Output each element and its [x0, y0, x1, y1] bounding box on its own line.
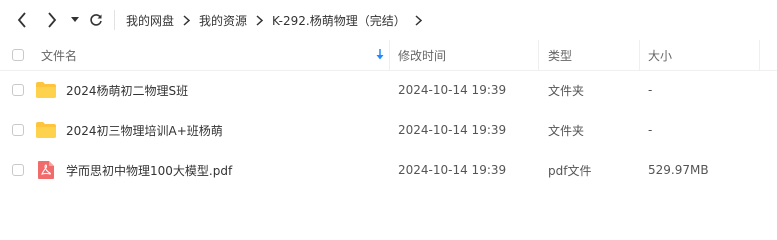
file-row[interactable]: 学而思初中物理100大模型.pdf 2024-10-14 19:39 pdf文件…	[0, 150, 777, 190]
file-list-header: 文件名 修改时间 类型 大小	[0, 40, 777, 71]
breadcrumb-item-current-folder[interactable]: K-292.杨萌物理（完结）	[272, 12, 406, 29]
column-divider[interactable]	[639, 40, 640, 70]
file-type: 文件夹	[548, 123, 585, 138]
file-type: pdf文件	[548, 163, 592, 178]
file-name[interactable]: 2024杨萌初二物理S班	[66, 70, 188, 110]
column-header-modified[interactable]: 修改时间	[398, 40, 446, 70]
breadcrumb-item-my-resources[interactable]: 我的资源	[199, 12, 247, 29]
column-header-size[interactable]: 大小	[648, 40, 672, 70]
column-header-type[interactable]: 类型	[548, 40, 572, 70]
folder-icon	[36, 82, 56, 98]
file-row[interactable]: 2024杨萌初二物理S班 2024-10-14 19:39 文件夹 -	[0, 70, 777, 110]
toolbar: 我的网盘 我的资源 K-292.杨萌物理（完结）	[0, 0, 777, 40]
back-icon[interactable]	[12, 8, 32, 32]
column-divider[interactable]	[538, 40, 539, 70]
file-modified: 2024-10-14 19:39	[398, 83, 507, 97]
column-divider[interactable]	[759, 40, 760, 70]
chevron-right-icon	[183, 14, 191, 26]
row-checkbox[interactable]	[12, 124, 24, 136]
file-row[interactable]: 2024初三物理培训A+班杨萌 2024-10-14 19:39 文件夹 -	[0, 110, 777, 150]
breadcrumb-item-my-drive[interactable]: 我的网盘	[126, 12, 174, 29]
file-modified: 2024-10-14 19:39	[398, 163, 507, 177]
file-modified: 2024-10-14 19:39	[398, 123, 507, 137]
chevron-right-icon	[256, 14, 264, 26]
refresh-icon[interactable]	[87, 8, 105, 32]
forward-icon[interactable]	[42, 8, 62, 32]
file-name[interactable]: 学而思初中物理100大模型.pdf	[66, 150, 232, 190]
breadcrumb: 我的网盘 我的资源 K-292.杨萌物理（完结）	[126, 10, 431, 30]
folder-icon	[36, 122, 56, 138]
select-all-checkbox[interactable]	[12, 49, 24, 61]
history-dropdown-icon[interactable]	[68, 8, 82, 32]
toolbar-divider	[114, 10, 115, 30]
row-checkbox[interactable]	[12, 84, 24, 96]
pdf-icon	[38, 161, 54, 179]
column-divider[interactable]	[389, 40, 390, 70]
file-size: 529.97MB	[648, 163, 709, 177]
sort-down-arrow-icon[interactable]	[376, 49, 384, 63]
column-header-name[interactable]: 文件名	[41, 40, 77, 70]
file-name[interactable]: 2024初三物理培训A+班杨萌	[66, 110, 223, 150]
file-size: -	[648, 123, 653, 137]
row-checkbox[interactable]	[12, 164, 24, 176]
file-type: 文件夹	[548, 83, 585, 98]
file-size: -	[648, 83, 653, 97]
chevron-right-icon[interactable]	[415, 14, 422, 26]
